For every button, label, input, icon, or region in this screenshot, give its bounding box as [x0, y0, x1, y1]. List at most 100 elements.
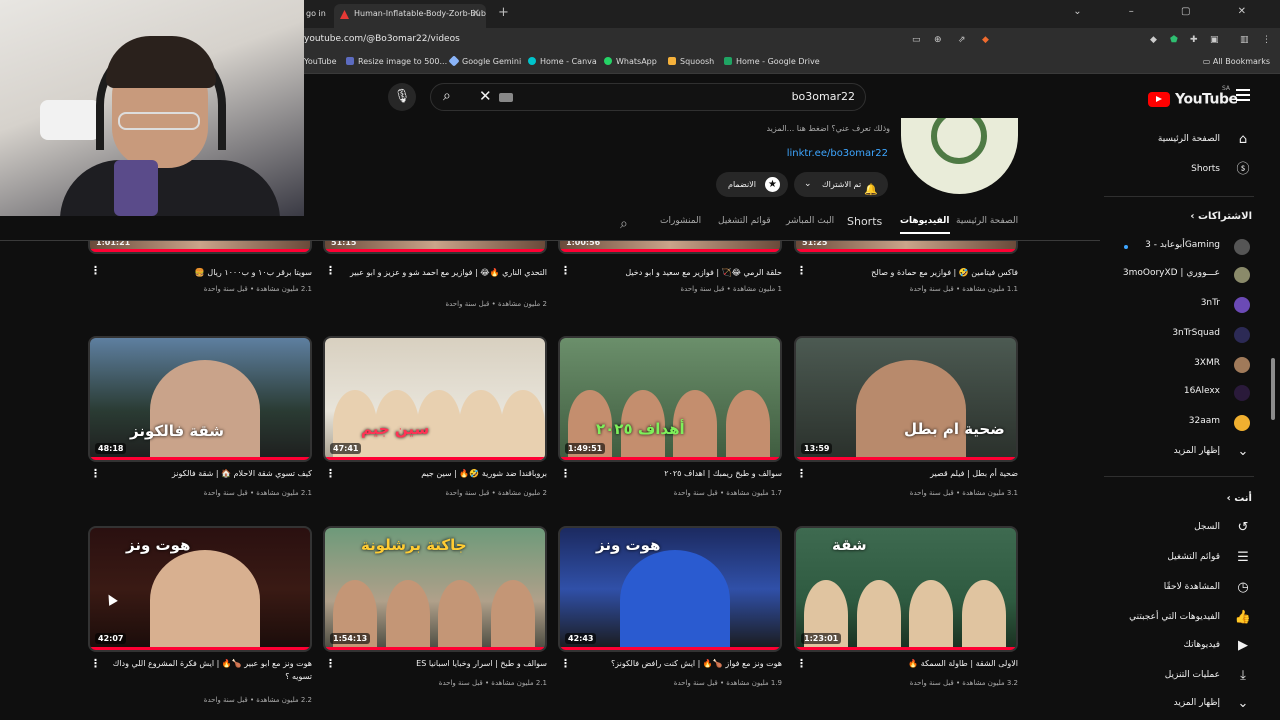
wallet-icon[interactable]: ▣	[1210, 35, 1219, 45]
video-thumbnail[interactable]: هوت ونز 42:43	[558, 526, 782, 652]
sidebar-sub-item[interactable]: 3nTrSquad	[1104, 322, 1264, 348]
video-menu-icon[interactable]: ⋮	[560, 467, 571, 480]
voice-search-button[interactable]: 🎙	[388, 83, 416, 111]
video-menu-icon[interactable]: ⋮	[325, 264, 336, 277]
you-heading[interactable]: أنت ›	[1104, 493, 1264, 504]
sidebar-sub-item[interactable]: 3XMR	[1104, 352, 1264, 378]
hamburger-menu-icon[interactable]	[1236, 89, 1250, 101]
window-controls[interactable]: ⌄ – ▢ ✕	[1073, 6, 1268, 17]
tab-playlists[interactable]: قوائم التشغيل	[718, 216, 771, 226]
tab-posts[interactable]: المنشورات	[660, 216, 701, 226]
video-title[interactable]: هوت ونز مع ابو عبير 🍗🔥 | ايش فكرة المشرو…	[107, 657, 312, 683]
video-card[interactable]: أهداف ٢٠٢٥ 1:49:51 سوالف و طبخ ريمبك | اهد…	[558, 336, 782, 497]
sidebar-show-more-subs[interactable]: إظهار المزيد ⌄	[1104, 440, 1264, 466]
tab-home[interactable]: الصفحة الرئيسية	[956, 216, 1018, 226]
sidebar-you-item[interactable]: إظهار المزيد ⌄	[1104, 692, 1264, 718]
sidebar-you-item[interactable]: المشاهدة لاحقًا ◷	[1104, 576, 1264, 602]
video-menu-icon[interactable]: ⋮	[560, 657, 571, 670]
vpn-icon[interactable]: ⬟	[1170, 35, 1178, 45]
bookmark-canva[interactable]: Home - Canva	[528, 57, 597, 66]
video-title[interactable]: سوالف و طبخ | اسرار وخبايا اسبانيا ES	[342, 657, 547, 670]
subscriptions-heading[interactable]: الاشتراكات ›	[1104, 211, 1264, 222]
video-menu-icon[interactable]: ⋮	[90, 657, 101, 670]
video-title[interactable]: فاكس فيتامين 🤣 | فوازير مع حمادة و صالح	[813, 266, 1018, 279]
video-card[interactable]: هوت ونز 42:43 هوت ونز مع فواز 🍗🔥 | ايش كنت…	[558, 526, 782, 687]
all-bookmarks-button[interactable]: ▭ All Bookmarks	[1203, 57, 1270, 66]
sidebar-toggle-icon[interactable]: ▥	[1240, 35, 1249, 45]
video-thumbnail[interactable]: شقة 1:23:01	[794, 526, 1018, 652]
bookmark-gemini[interactable]: Google Gemini	[448, 55, 521, 67]
video-card[interactable]: سين جيم 47:41 بروباقندا ضد شورية 🤣🔥 | سين …	[323, 336, 547, 497]
video-title[interactable]: سويتا برقر ب١٠ و ب١٠٠٠ ريال 🍔	[107, 266, 312, 279]
video-menu-icon[interactable]: ⋮	[90, 467, 101, 480]
video-title[interactable]: التحدي الناري 🔥😂 | فوازير مع احمد شو و ع…	[342, 266, 547, 279]
tab-videos[interactable]: الفيديوهات	[900, 216, 950, 234]
keyboard-icon[interactable]	[499, 93, 513, 102]
video-title[interactable]: حلقة الرمي 😂🏹 | فوازير مع سعيد و ابو دخي…	[577, 266, 782, 279]
browser-tab[interactable]: go in	[300, 4, 328, 28]
browser-tab-active[interactable]: Human-Inflatable-Body-Zorb-Bubble ✕	[334, 4, 486, 28]
video-thumbnail[interactable]: 51:25	[794, 240, 1018, 254]
video-menu-icon[interactable]: ⋮	[560, 264, 571, 277]
close-tab-icon[interactable]: ✕	[472, 4, 480, 24]
video-card[interactable]: شقة 1:23:01 الاولى الشقة | طاولة السمكة 🔥 3…	[794, 526, 1018, 687]
channel-about[interactable]: وذلك تعرف عني؟ اضغط هنا ...المزيد	[620, 124, 890, 133]
cast-icon[interactable]: ▭	[912, 35, 921, 45]
sidebar-you-item[interactable]: فيديوهاتك ▶	[1104, 634, 1264, 660]
video-title[interactable]: الاولى الشقة | طاولة السمكة 🔥	[813, 657, 1018, 670]
search-input[interactable]: ⌕ ✕ bo3omar22	[430, 83, 866, 111]
video-menu-icon[interactable]: ⋮	[325, 467, 336, 480]
video-thumbnail[interactable]: هوت ونز 42:07	[88, 526, 312, 652]
brave-shield-icon[interactable]: ◆	[982, 35, 989, 45]
video-menu-icon[interactable]: ⋮	[90, 264, 101, 277]
search-icon[interactable]: ⌕	[443, 88, 451, 104]
sidebar-you-item[interactable]: الفيديوهات التي أعجبتني 👍	[1104, 606, 1264, 632]
video-card[interactable]: ضحية ام بطل 13:59 ضحية أم بطل | فيلم قصير 3…	[794, 336, 1018, 497]
subscribed-button[interactable]: ⌄ تم الاشتراك 🔔	[794, 172, 888, 197]
video-title[interactable]: هوت ونز مع فواز 🍗🔥 | ايش كنت رافض فالكون…	[577, 657, 782, 670]
video-title[interactable]: بروباقندا ضد شورية 🤣🔥 | سين جيم	[342, 467, 547, 480]
video-menu-icon[interactable]: ⋮	[796, 657, 807, 670]
url-field[interactable]: youtube.com/@Bo3omar22/videos	[304, 34, 460, 44]
bookmark-squoosh[interactable]: Squoosh	[668, 57, 714, 66]
video-thumbnail[interactable]: سين جيم 47:41	[323, 336, 547, 462]
sidebar-sub-item[interactable]: 32aam	[1104, 410, 1264, 436]
sidebar-item-shorts[interactable]: Shorts ⓢ	[1104, 158, 1264, 184]
zoom-icon[interactable]: ⊕	[934, 35, 942, 45]
sidebar-you-item[interactable]: قوائم التشغيل ☰	[1104, 546, 1264, 572]
bookmark-resize[interactable]: Resize image to 500...	[346, 57, 447, 66]
share-icon[interactable]: ⇗	[958, 35, 966, 45]
video-menu-icon[interactable]: ⋮	[325, 657, 336, 670]
video-thumbnail[interactable]: جاكتة برشلونة 1:54:13	[323, 526, 547, 652]
video-title[interactable]: ضحية أم بطل | فيلم قصير	[813, 467, 1018, 480]
video-menu-icon[interactable]: ⋮	[796, 467, 807, 480]
video-card[interactable]: شقة فالكونز 48:18 كيف تسوي شقة الاحلام 🏠 |…	[88, 336, 312, 497]
bookmark-whatsapp[interactable]: WhatsApp	[604, 57, 657, 66]
tab-live[interactable]: البث المباشر	[786, 216, 834, 226]
video-card[interactable]: جاكتة برشلونة 1:54:13 سوالف و طبخ | اسرار …	[323, 526, 547, 687]
video-card[interactable]: هوت ونز 42:07 هوت ونز مع ابو عبير 🍗🔥 | ايش…	[88, 526, 312, 704]
video-menu-icon[interactable]: ⋮	[796, 264, 807, 277]
puzzle-icon[interactable]: ✚	[1190, 35, 1198, 45]
bookmark-drive[interactable]: Home - Google Drive	[724, 57, 820, 66]
video-thumbnail[interactable]: ضحية ام بطل 13:59	[794, 336, 1018, 462]
sidebar-sub-item[interactable]: 3moOoryXD | عـــووري	[1104, 262, 1264, 288]
video-thumbnail[interactable]: 1:01:21	[88, 240, 312, 254]
search-icon[interactable]: ⌕	[620, 216, 628, 232]
new-tab-button[interactable]: +	[498, 5, 509, 20]
video-thumbnail[interactable]: 51:15	[323, 240, 547, 254]
video-title[interactable]: سوالف و طبخ ريمبك | اهداف ٢٠٢٥	[577, 467, 782, 480]
scrollbar[interactable]	[1271, 358, 1275, 420]
clear-search-icon[interactable]: ✕	[479, 87, 492, 105]
sidebar-item-home[interactable]: الصفحة الرئيسية ⌂	[1104, 128, 1264, 154]
tab-shorts[interactable]: Shorts	[847, 215, 882, 228]
sidebar-sub-item[interactable]: 3nTr	[1104, 292, 1264, 318]
video-title[interactable]: كيف تسوي شقة الاحلام 🏠 | شقة فالكونز	[107, 467, 312, 480]
more-menu-icon[interactable]: ⋮	[1262, 35, 1271, 45]
extension-icon[interactable]: ◆	[1150, 35, 1157, 45]
youtube-logo[interactable]: YouTube SA	[1148, 85, 1238, 108]
video-thumbnail[interactable]: 1:00:56	[558, 240, 782, 254]
sidebar-you-item[interactable]: السجل ↺	[1104, 516, 1264, 542]
sidebar-you-item[interactable]: عمليات التنزيل ⤓	[1104, 664, 1264, 690]
sidebar-sub-item[interactable]: أبوعابد - 3Gaming	[1104, 234, 1264, 260]
